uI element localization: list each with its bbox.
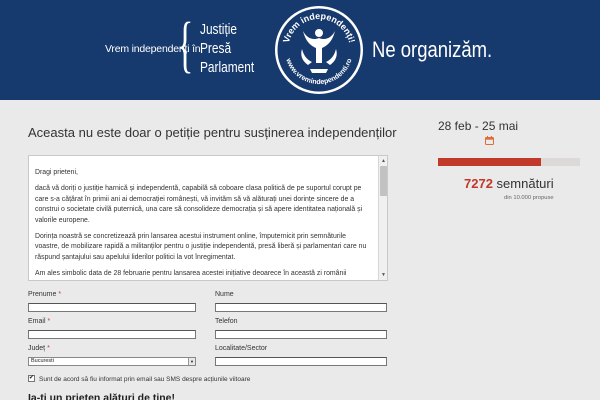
header-brace: {: [177, 11, 194, 79]
last-name-label: Nume: [215, 291, 234, 298]
first-name-input[interactable]: [28, 303, 196, 312]
county-select[interactable]: Bucuresti ▼: [28, 357, 196, 366]
phone-input[interactable]: [215, 330, 387, 339]
pillar-justice: Justiție: [200, 22, 238, 38]
petition-paragraph-1: dacă vă doriți o justiție harnică și ind…: [35, 185, 363, 224]
consent-label: Sunt de acord să fiu informat prin email…: [39, 376, 251, 383]
email-input[interactable]: [28, 330, 196, 339]
site-logo[interactable]: Vrem independenți! www.vremindependenti.…: [272, 3, 366, 97]
county-select-value: Bucuresti: [31, 358, 54, 364]
page: Vrem independenți în { Justiție Presă Pa…: [0, 0, 600, 400]
locality-label: Localitate/Sector: [215, 345, 268, 352]
invite-friend-heading: Ia-ți un prieten alături de tine!: [28, 392, 176, 400]
county-label: Județ *: [28, 345, 50, 352]
chevron-down-icon[interactable]: ▼: [188, 358, 195, 365]
petition-text-box[interactable]: Dragi prieteni, dacă vă doriți o justiți…: [28, 155, 388, 281]
pillar-parliament: Parlament: [200, 60, 255, 76]
checkmark-icon: ✔: [29, 375, 35, 381]
scrollbar-thumb[interactable]: [380, 166, 387, 196]
intro-title: Aceasta nu este doar o petiție pentru su…: [28, 125, 397, 140]
signature-count-number: 7272: [464, 176, 493, 191]
signature-count: 7272 semnături: [464, 176, 554, 191]
petition-scrollbar[interactable]: ▲ ▼: [378, 156, 387, 280]
signature-count-label: semnături: [496, 176, 554, 191]
header-tagline: Ne organizăm.: [372, 37, 493, 62]
scroll-down-arrow-icon[interactable]: ▼: [380, 271, 387, 279]
petition-text: Dragi prieteni, dacă vă doriți o justiți…: [35, 168, 369, 280]
header-banner: Vrem independenți în { Justiție Presă Pa…: [0, 0, 600, 100]
email-label: Email *: [28, 318, 51, 325]
signatures-progress-bar: [438, 158, 580, 166]
signature-goal: din 10.000 propuse: [504, 195, 554, 201]
header-pillars: Justiție Presă Parlament: [200, 21, 254, 78]
signatures-progress-fill: [438, 158, 542, 166]
last-name-input[interactable]: [215, 303, 387, 312]
phone-label: Telefon: [215, 318, 238, 325]
pillar-press: Presă: [200, 41, 232, 57]
consent-checkbox[interactable]: ✔: [28, 375, 35, 382]
calendar-icon: [485, 136, 494, 145]
locality-input[interactable]: [215, 357, 387, 366]
petition-paragraph-3: Am ales simbolic data de 28 februarie pe…: [35, 270, 347, 278]
scroll-up-arrow-icon[interactable]: ▲: [380, 157, 387, 165]
petition-greeting: Dragi prieteni,: [35, 169, 78, 176]
first-name-label: Prenume *: [28, 291, 62, 298]
campaign-dates: 28 feb - 25 mai: [438, 119, 519, 133]
petition-paragraph-2: Dorința noastră se concretizează prin la…: [35, 233, 367, 261]
